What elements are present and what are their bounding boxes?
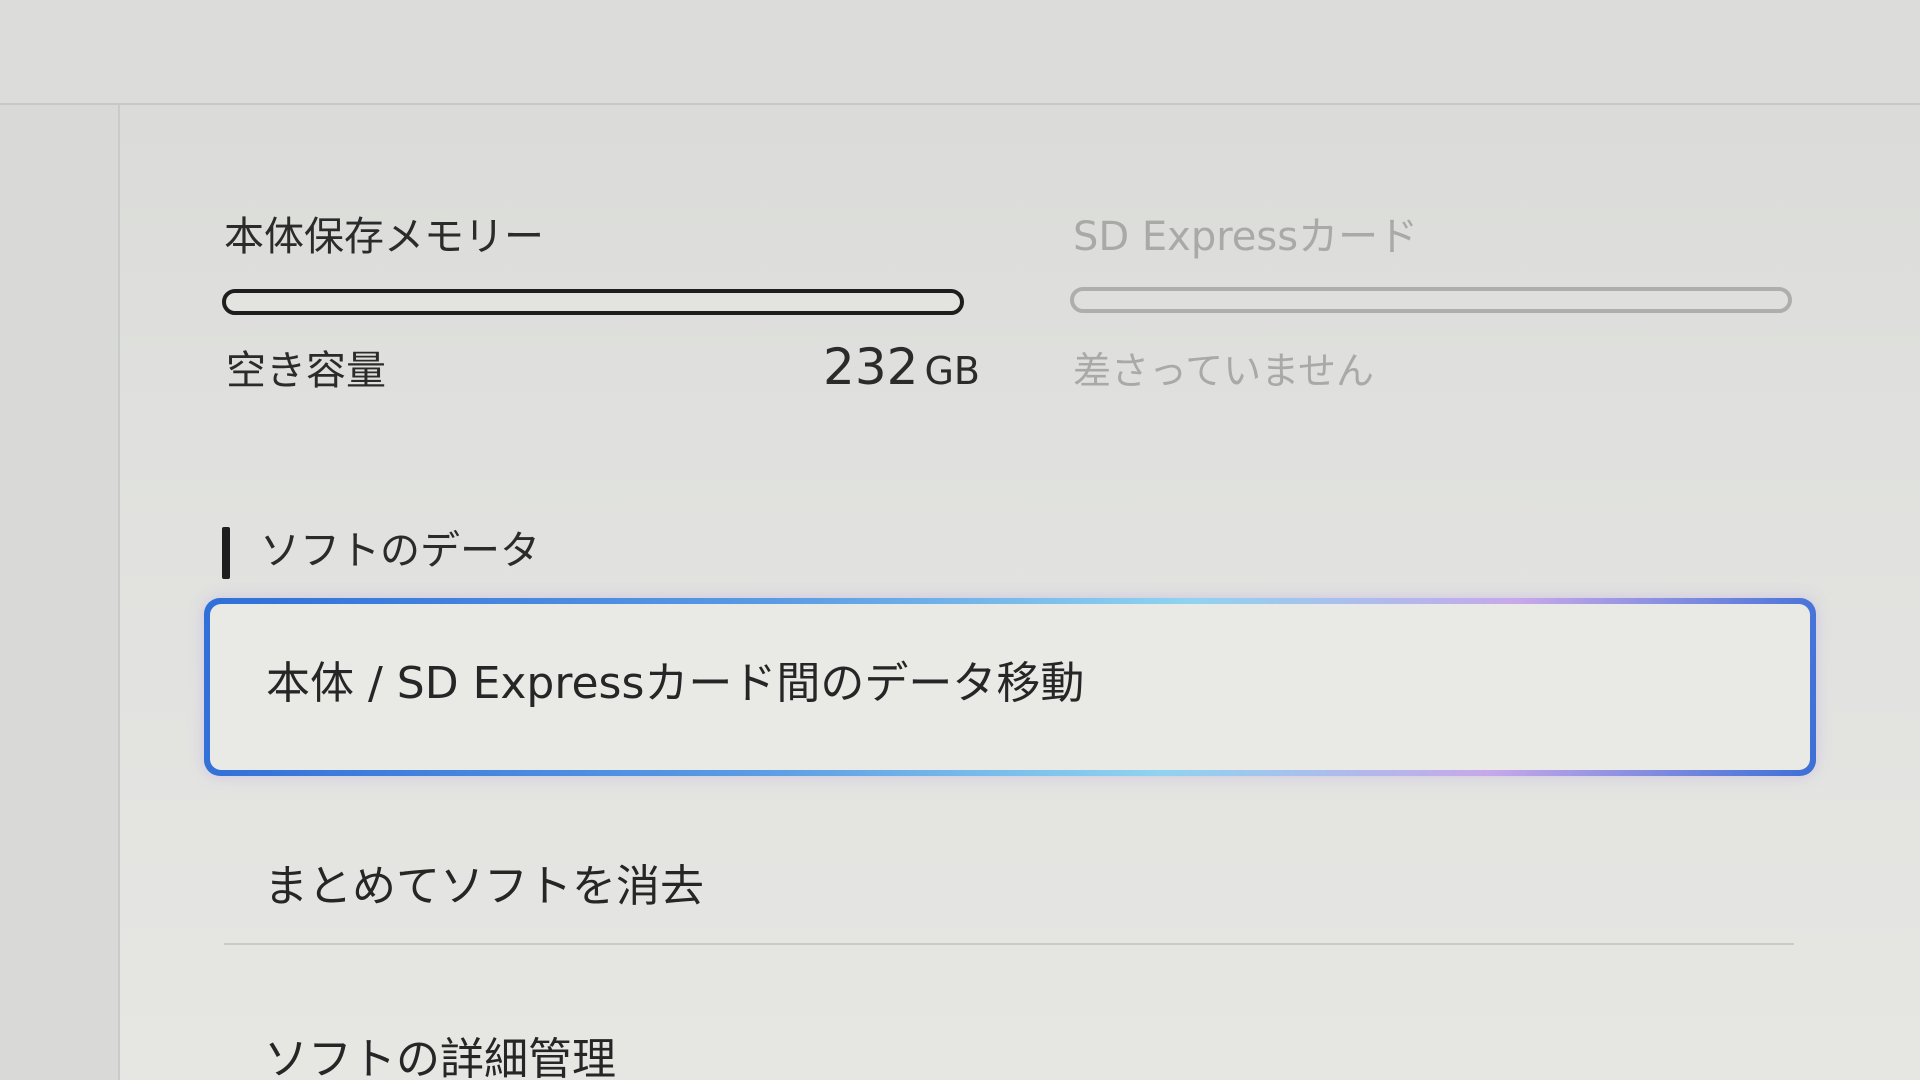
menu-item-bulk-delete-label: まとめてソフトを消去 — [264, 861, 704, 912]
free-space-unit: GB — [924, 349, 980, 393]
internal-storage-title: 本体保存メモリー — [224, 214, 544, 260]
section-title: ソフトのデータ — [260, 528, 540, 574]
menu-item-move-data-body: 本体 / SD Expressカード間のデータ移動 — [210, 604, 1810, 770]
data-management-panel: 本体保存メモリー 空き容量 232 GB SD Expressカード 差さっていま… — [120, 105, 1920, 1080]
settings-sidebar — [0, 105, 120, 1080]
menu-item-software-details[interactable]: ソフトの詳細管理 — [264, 1010, 616, 1080]
free-space-number: 232 — [823, 338, 919, 396]
sd-card-usage-bar — [1070, 287, 1792, 313]
menu-item-move-data-label: 本体 / SD Expressカード間のデータ移動 — [266, 658, 1085, 709]
top-bar — [0, 0, 1920, 105]
sd-card-title: SD Expressカード — [1073, 214, 1419, 260]
internal-storage-usage-bar — [222, 289, 964, 315]
menu-item-move-data[interactable]: 本体 / SD Expressカード間のデータ移動 — [204, 598, 1816, 776]
section-marker — [222, 527, 230, 579]
menu-divider — [224, 943, 1794, 945]
free-space-value: 232 GB — [680, 337, 980, 401]
free-space-label: 空き容量 — [226, 348, 386, 394]
menu-item-bulk-delete[interactable]: まとめてソフトを消去 — [264, 837, 704, 937]
screen: 本体保存メモリー 空き容量 232 GB SD Expressカード 差さっていま… — [0, 0, 1920, 1080]
menu-item-software-details-label: ソフトの詳細管理 — [264, 1034, 616, 1080]
sd-card-status: 差さっていません — [1073, 349, 1374, 393]
